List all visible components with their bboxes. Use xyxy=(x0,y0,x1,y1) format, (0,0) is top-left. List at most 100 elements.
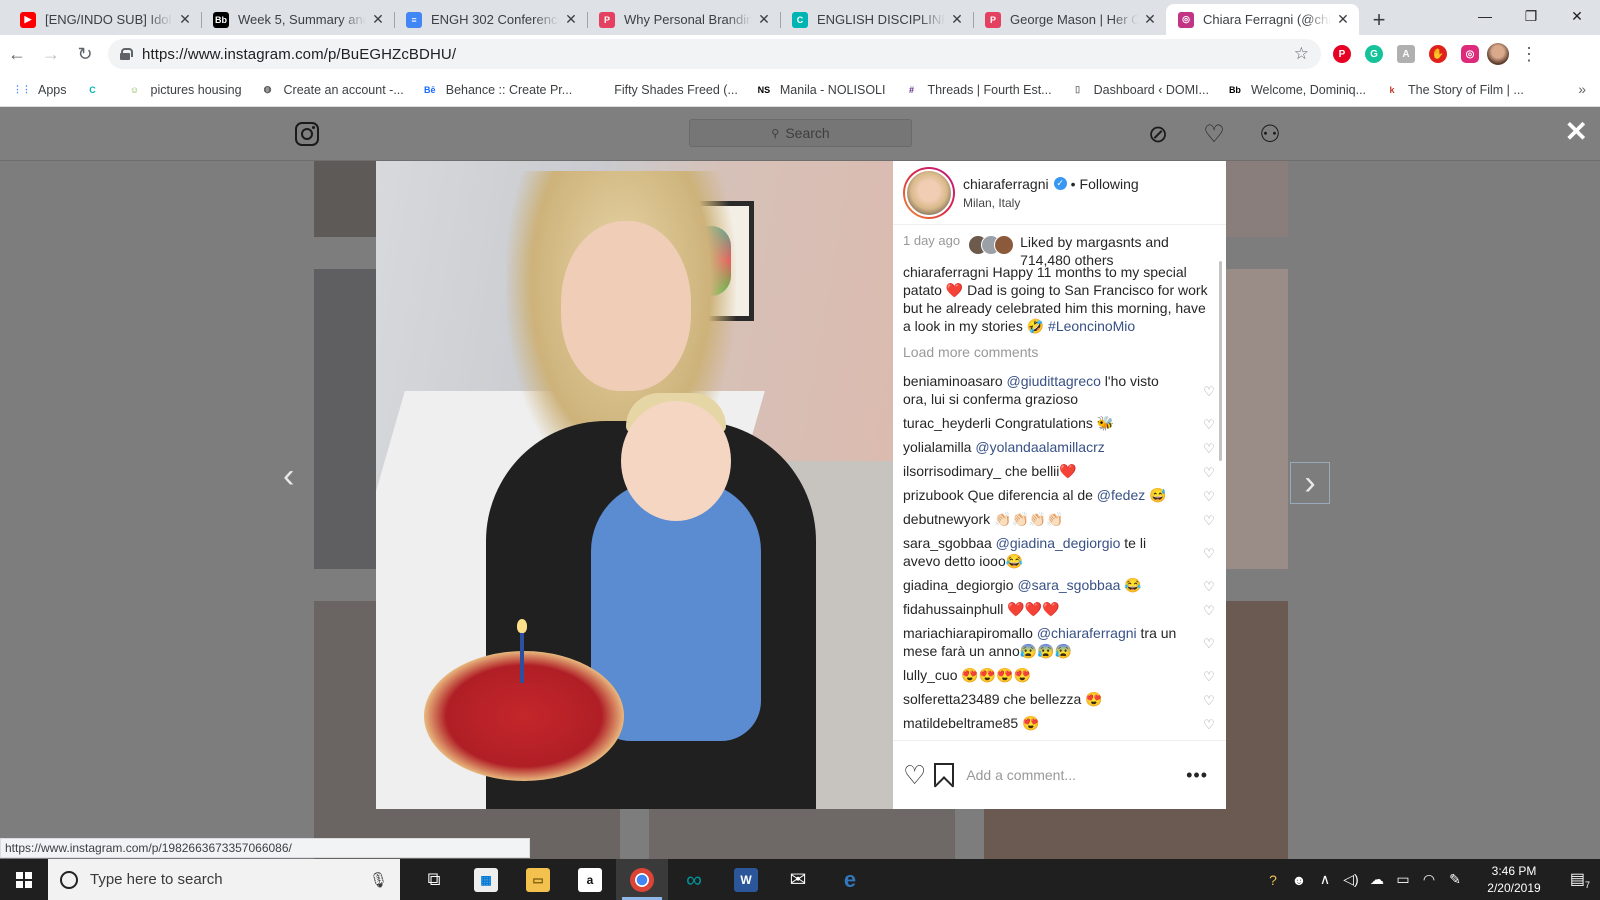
comment-like-heart-icon[interactable]: ♡ xyxy=(1202,545,1216,561)
comment-mention[interactable]: @sara_sgobbaa xyxy=(1017,577,1120,593)
explore-compass-icon[interactable]: ⊘ xyxy=(1145,121,1171,148)
instagram-logo-icon[interactable] xyxy=(295,122,319,146)
tab-close-icon[interactable]: ✕ xyxy=(563,11,579,28)
tab-close-icon[interactable]: ✕ xyxy=(949,11,965,28)
comment-username[interactable]: yolialamilla xyxy=(903,439,971,455)
close-window-button[interactable]: ✕ xyxy=(1554,0,1600,32)
comment-username[interactable]: prizubook xyxy=(903,487,964,503)
arduino-icon[interactable]: ∞ xyxy=(668,859,720,900)
adblock-extension-icon[interactable]: ✋ xyxy=(1429,45,1447,63)
bookmark-item[interactable]: Bē Behance :: Create Pr... xyxy=(422,82,572,98)
action-center-icon[interactable]: ▤7 xyxy=(1560,869,1600,890)
comment-mention[interactable]: @chiaraferragni xyxy=(1037,625,1137,641)
comment-like-heart-icon[interactable]: ♡ xyxy=(1202,635,1216,651)
tab-close-icon[interactable]: ✕ xyxy=(1335,11,1351,28)
tab-close-icon[interactable]: ✕ xyxy=(370,11,386,28)
grid-tile[interactable] xyxy=(314,161,380,237)
comment-like-heart-icon[interactable]: ♡ xyxy=(1202,383,1216,399)
browser-tab[interactable]: Bb Week 5, Summary and ✕ xyxy=(201,4,394,35)
pinterest-extension-icon[interactable]: P xyxy=(1333,45,1351,63)
word-icon[interactable]: W xyxy=(720,859,772,900)
browser-tab[interactable]: C ENGLISH DISCIPLINE ✕ xyxy=(780,4,973,35)
microsoft-store-icon[interactable]: ▦ xyxy=(460,859,512,900)
comments-list[interactable]: chiaraferragni Happy 11 months to my spe… xyxy=(903,263,1216,740)
chrome-icon[interactable] xyxy=(616,859,668,900)
people-icon[interactable]: ☻ xyxy=(1286,872,1312,888)
reload-button[interactable]: ↻ xyxy=(68,37,102,71)
comment-like-heart-icon[interactable]: ♡ xyxy=(1202,512,1216,528)
browser-tab[interactable]: P Why Personal Branding ✕ xyxy=(587,4,780,35)
author-avatar[interactable] xyxy=(903,166,955,219)
browser-tab[interactable]: P George Mason | Her Ca ✕ xyxy=(973,4,1166,35)
amazon-icon[interactable]: a xyxy=(564,859,616,900)
minimize-button[interactable]: — xyxy=(1462,0,1508,32)
bookmark-item[interactable]: ☺ pictures housing xyxy=(127,82,242,98)
comment-mention[interactable]: @yolandaalamillacrz xyxy=(975,439,1104,455)
grid-tile[interactable] xyxy=(1226,269,1288,569)
tab-close-icon[interactable]: ✕ xyxy=(756,11,772,28)
bookmark-item[interactable]: ◍ Create an account -... xyxy=(260,82,404,98)
forward-button[interactable]: → xyxy=(34,37,68,71)
extension-icon[interactable]: A xyxy=(1397,45,1415,63)
comment-mention[interactable]: @giadina_degiorgio xyxy=(996,535,1121,551)
mail-icon[interactable]: ✉ xyxy=(772,859,824,900)
comment-mention[interactable]: @giudittagreco xyxy=(1007,373,1101,389)
comment-username[interactable]: giadina_degiorgio xyxy=(903,577,1014,593)
post-time-ago[interactable]: 1 day ago xyxy=(903,233,960,248)
caption-username[interactable]: chiaraferragni xyxy=(903,264,989,280)
comment-like-heart-icon[interactable]: ♡ xyxy=(1202,668,1216,684)
bookmark-item[interactable]: ▯ Dashboard ‹ DOMI... xyxy=(1070,82,1209,98)
bookmark-item[interactable]: ⋮⋮ Apps xyxy=(13,82,67,98)
comment-like-heart-icon[interactable]: ♡ xyxy=(1202,464,1216,480)
save-bookmark-icon[interactable]: . xyxy=(934,763,955,787)
previous-post-arrow-icon[interactable]: ‹ xyxy=(283,457,294,496)
maximize-button[interactable]: ❐ xyxy=(1508,0,1554,32)
next-post-arrow-icon[interactable]: › xyxy=(1290,462,1330,504)
comment-like-heart-icon[interactable]: ♡ xyxy=(1202,692,1216,708)
comment-username[interactable]: mariachiarapiromallo xyxy=(903,625,1033,641)
tab-close-icon[interactable]: ✕ xyxy=(1142,11,1158,28)
back-button[interactable]: ← xyxy=(0,37,34,71)
browser-tab[interactable]: ▶ [ENG/INDO SUB] Idol P ✕ xyxy=(8,4,201,35)
start-button[interactable] xyxy=(0,859,48,900)
liker-avatars[interactable] xyxy=(968,235,1015,255)
url-text[interactable]: https://www.instagram.com/p/BuEGHZcBDHU/ xyxy=(142,46,1294,63)
comment-username[interactable]: beniaminoasaro xyxy=(903,373,1003,389)
browser-tab[interactable]: ◎ Chiara Ferragni (@chia ✕ xyxy=(1166,4,1359,35)
comment-like-heart-icon[interactable]: ♡ xyxy=(1202,488,1216,504)
taskbar-clock[interactable]: 3:46 PM 2/20/2019 xyxy=(1474,863,1554,897)
comment-like-heart-icon[interactable]: ♡ xyxy=(1202,440,1216,456)
comment-username[interactable]: sara_sgobbaa xyxy=(903,535,992,551)
task-view-icon[interactable]: ⧉ xyxy=(408,859,460,900)
chrome-menu-icon[interactable]: ⋮ xyxy=(1517,44,1541,65)
address-bar[interactable]: https://www.instagram.com/p/BuEGHZcBDHU/… xyxy=(108,39,1321,69)
comment-like-heart-icon[interactable]: ♡ xyxy=(1202,578,1216,594)
file-explorer-icon[interactable]: ▭ xyxy=(512,859,564,900)
pen-icon[interactable]: ✎ xyxy=(1442,871,1468,888)
following-button[interactable]: Following xyxy=(1080,176,1139,192)
author-username[interactable]: chiaraferragni xyxy=(963,176,1049,192)
comment-like-heart-icon[interactable]: ♡ xyxy=(1202,716,1216,732)
new-tab-button[interactable]: + xyxy=(1363,4,1395,35)
volume-icon[interactable]: ◁) xyxy=(1338,871,1364,888)
like-heart-icon[interactable]: ♡ xyxy=(903,760,926,791)
liked-by-user[interactable]: margasnts xyxy=(1076,234,1141,250)
comment-like-heart-icon[interactable]: ♡ xyxy=(1202,602,1216,618)
comment-username[interactable]: debutnewyork xyxy=(903,511,990,527)
instagram-extension-icon[interactable]: ◎ xyxy=(1461,45,1479,63)
battery-icon[interactable]: ▭ xyxy=(1390,871,1416,888)
browser-tab[interactable]: ≡ ENGH 302 Conference ✕ xyxy=(394,4,587,35)
grid-tile[interactable] xyxy=(314,269,380,569)
bookmark-star-icon[interactable]: ☆ xyxy=(1294,44,1309,64)
bookmark-item[interactable]: Fifty Shades Freed (... xyxy=(590,82,738,98)
profile-avatar[interactable] xyxy=(1487,43,1509,65)
add-comment-input[interactable]: Add a comment... xyxy=(966,767,1186,783)
comment-username[interactable]: ilsorrisodimary_ xyxy=(903,463,1001,479)
microphone-icon[interactable]: 🎙 xyxy=(369,871,388,889)
help-icon[interactable]: ? xyxy=(1260,872,1286,888)
close-modal-icon[interactable]: ✕ xyxy=(1565,115,1588,148)
comment-username[interactable]: lully_cuo xyxy=(903,667,957,683)
bookmark-item[interactable]: NS Manila - NOLISOLI xyxy=(756,82,886,98)
wifi-icon[interactable]: ◠ xyxy=(1416,871,1442,888)
edge-icon[interactable]: e xyxy=(824,859,876,900)
